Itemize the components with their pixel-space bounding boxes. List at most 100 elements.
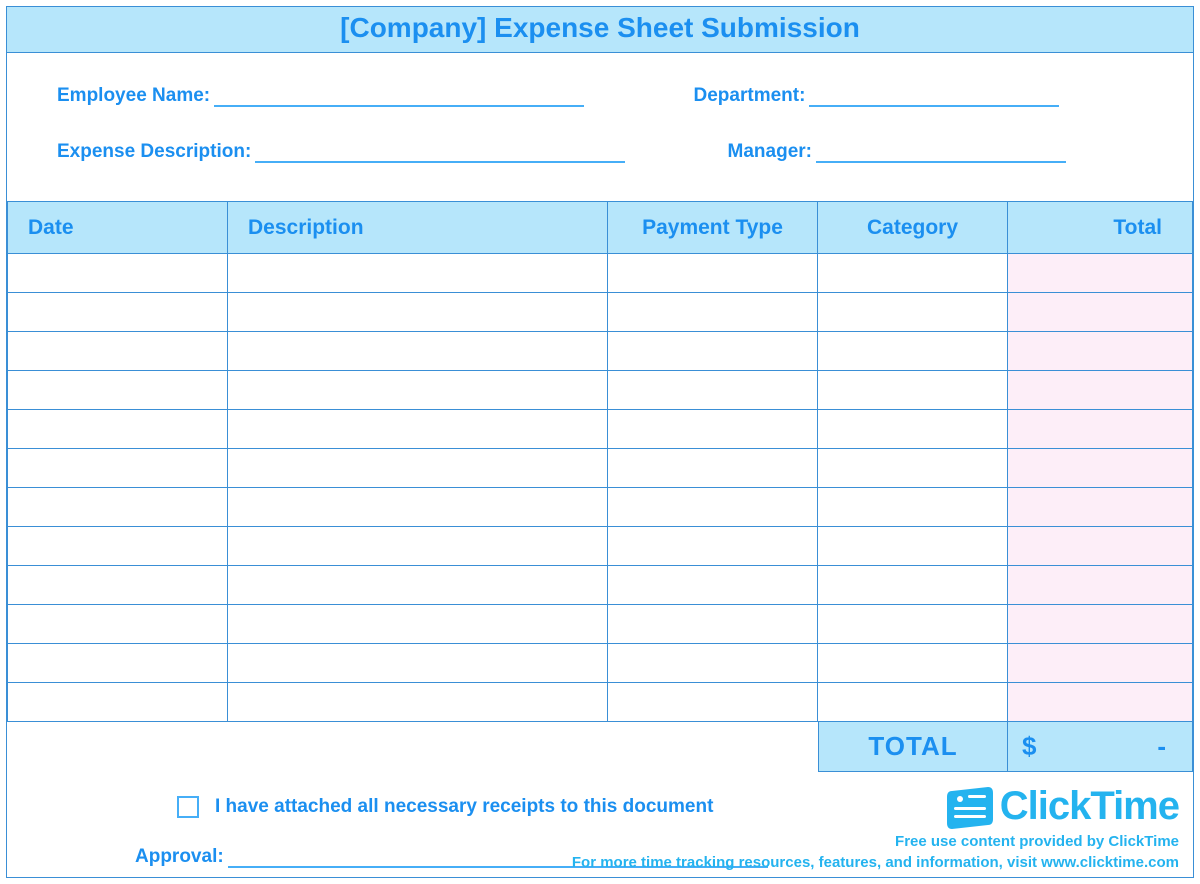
cell-category[interactable] <box>818 605 1008 644</box>
department-input[interactable] <box>809 85 1059 107</box>
cell-total[interactable] <box>1008 644 1193 683</box>
cell-payment[interactable] <box>608 332 818 371</box>
cell-date[interactable] <box>8 527 228 566</box>
cell-description[interactable] <box>228 371 608 410</box>
footer: ClickTime Free use content provided by C… <box>572 784 1179 871</box>
grand-total-amount: - <box>1157 731 1166 762</box>
cell-description[interactable] <box>228 605 608 644</box>
cell-payment[interactable] <box>608 527 818 566</box>
cell-payment[interactable] <box>608 644 818 683</box>
title-bar: [Company] Expense Sheet Submission <box>7 7 1193 53</box>
table-row <box>8 449 1193 488</box>
cell-payment[interactable] <box>608 410 818 449</box>
col-description: Description <box>228 202 608 254</box>
cell-date[interactable] <box>8 332 228 371</box>
col-category: Category <box>818 202 1008 254</box>
cell-payment[interactable] <box>608 449 818 488</box>
cell-total[interactable] <box>1008 254 1193 293</box>
cell-date[interactable] <box>8 254 228 293</box>
cell-category[interactable] <box>818 683 1008 722</box>
table-row <box>8 566 1193 605</box>
cell-date[interactable] <box>8 449 228 488</box>
employee-name-label: Employee Name: <box>57 85 210 107</box>
cell-category[interactable] <box>818 644 1008 683</box>
cell-total[interactable] <box>1008 371 1193 410</box>
cell-date[interactable] <box>8 371 228 410</box>
cell-date[interactable] <box>8 683 228 722</box>
grand-total-currency: $ <box>1022 731 1036 762</box>
cell-date[interactable] <box>8 566 228 605</box>
cell-payment[interactable] <box>608 254 818 293</box>
table-row <box>8 371 1193 410</box>
cell-description[interactable] <box>228 527 608 566</box>
cell-description[interactable] <box>228 332 608 371</box>
field-department: Department: <box>694 85 1143 107</box>
cell-category[interactable] <box>818 254 1008 293</box>
expense-description-label: Expense Description: <box>57 141 251 163</box>
table-row <box>8 644 1193 683</box>
cell-date[interactable] <box>8 488 228 527</box>
cell-total[interactable] <box>1008 332 1193 371</box>
cell-description[interactable] <box>228 683 608 722</box>
cell-date[interactable] <box>8 605 228 644</box>
cell-payment[interactable] <box>608 293 818 332</box>
cell-total[interactable] <box>1008 293 1193 332</box>
cell-total[interactable] <box>1008 605 1193 644</box>
cell-description[interactable] <box>228 566 608 605</box>
receipts-checkbox[interactable] <box>177 796 199 818</box>
footer-line-1: Free use content provided by ClickTime <box>572 833 1179 850</box>
cell-payment[interactable] <box>608 605 818 644</box>
cell-category[interactable] <box>818 488 1008 527</box>
clicktime-logo-icon <box>946 785 994 829</box>
table-row <box>8 254 1193 293</box>
approval-label: Approval: <box>135 846 224 868</box>
cell-category[interactable] <box>818 410 1008 449</box>
table-row <box>8 410 1193 449</box>
cell-category[interactable] <box>818 527 1008 566</box>
cell-total[interactable] <box>1008 527 1193 566</box>
expense-description-input[interactable] <box>255 141 625 163</box>
cell-description[interactable] <box>228 488 608 527</box>
cell-description[interactable] <box>228 410 608 449</box>
cell-date[interactable] <box>8 410 228 449</box>
cell-description[interactable] <box>228 449 608 488</box>
brand-name: ClickTime <box>1000 784 1179 829</box>
cell-description[interactable] <box>228 644 608 683</box>
cell-total[interactable] <box>1008 683 1193 722</box>
cell-total[interactable] <box>1008 410 1193 449</box>
cell-total[interactable] <box>1008 566 1193 605</box>
cell-date[interactable] <box>8 644 228 683</box>
employee-name-input[interactable] <box>214 85 584 107</box>
field-employee-name: Employee Name: <box>57 85 634 107</box>
cell-category[interactable] <box>818 566 1008 605</box>
cell-description[interactable] <box>228 254 608 293</box>
grand-total-label: TOTAL <box>818 722 1008 772</box>
cell-payment[interactable] <box>608 566 818 605</box>
cell-payment[interactable] <box>608 371 818 410</box>
table-row <box>8 293 1193 332</box>
grand-total-value: $ - <box>1008 722 1193 772</box>
manager-label: Manager: <box>694 141 812 163</box>
cell-description[interactable] <box>228 293 608 332</box>
cell-category[interactable] <box>818 371 1008 410</box>
grand-total-row: TOTAL $ - <box>7 722 1193 772</box>
cell-date[interactable] <box>8 293 228 332</box>
table-row <box>8 683 1193 722</box>
col-date: Date <box>8 202 228 254</box>
cell-category[interactable] <box>818 332 1008 371</box>
cell-payment[interactable] <box>608 488 818 527</box>
manager-input[interactable] <box>816 141 1066 163</box>
expense-sheet: [Company] Expense Sheet Submission Emplo… <box>6 6 1194 878</box>
cell-category[interactable] <box>818 293 1008 332</box>
expense-table: Date Description Payment Type Category T… <box>7 201 1193 722</box>
header-fields: Employee Name: Department: Expense Descr… <box>7 53 1193 201</box>
cell-total[interactable] <box>1008 449 1193 488</box>
field-expense-description: Expense Description: <box>57 141 634 163</box>
cell-payment[interactable] <box>608 683 818 722</box>
cell-total[interactable] <box>1008 488 1193 527</box>
table-header-row: Date Description Payment Type Category T… <box>8 202 1193 254</box>
cell-category[interactable] <box>818 449 1008 488</box>
table-row <box>8 488 1193 527</box>
col-total: Total <box>1008 202 1193 254</box>
field-manager: Manager: <box>694 141 1143 163</box>
